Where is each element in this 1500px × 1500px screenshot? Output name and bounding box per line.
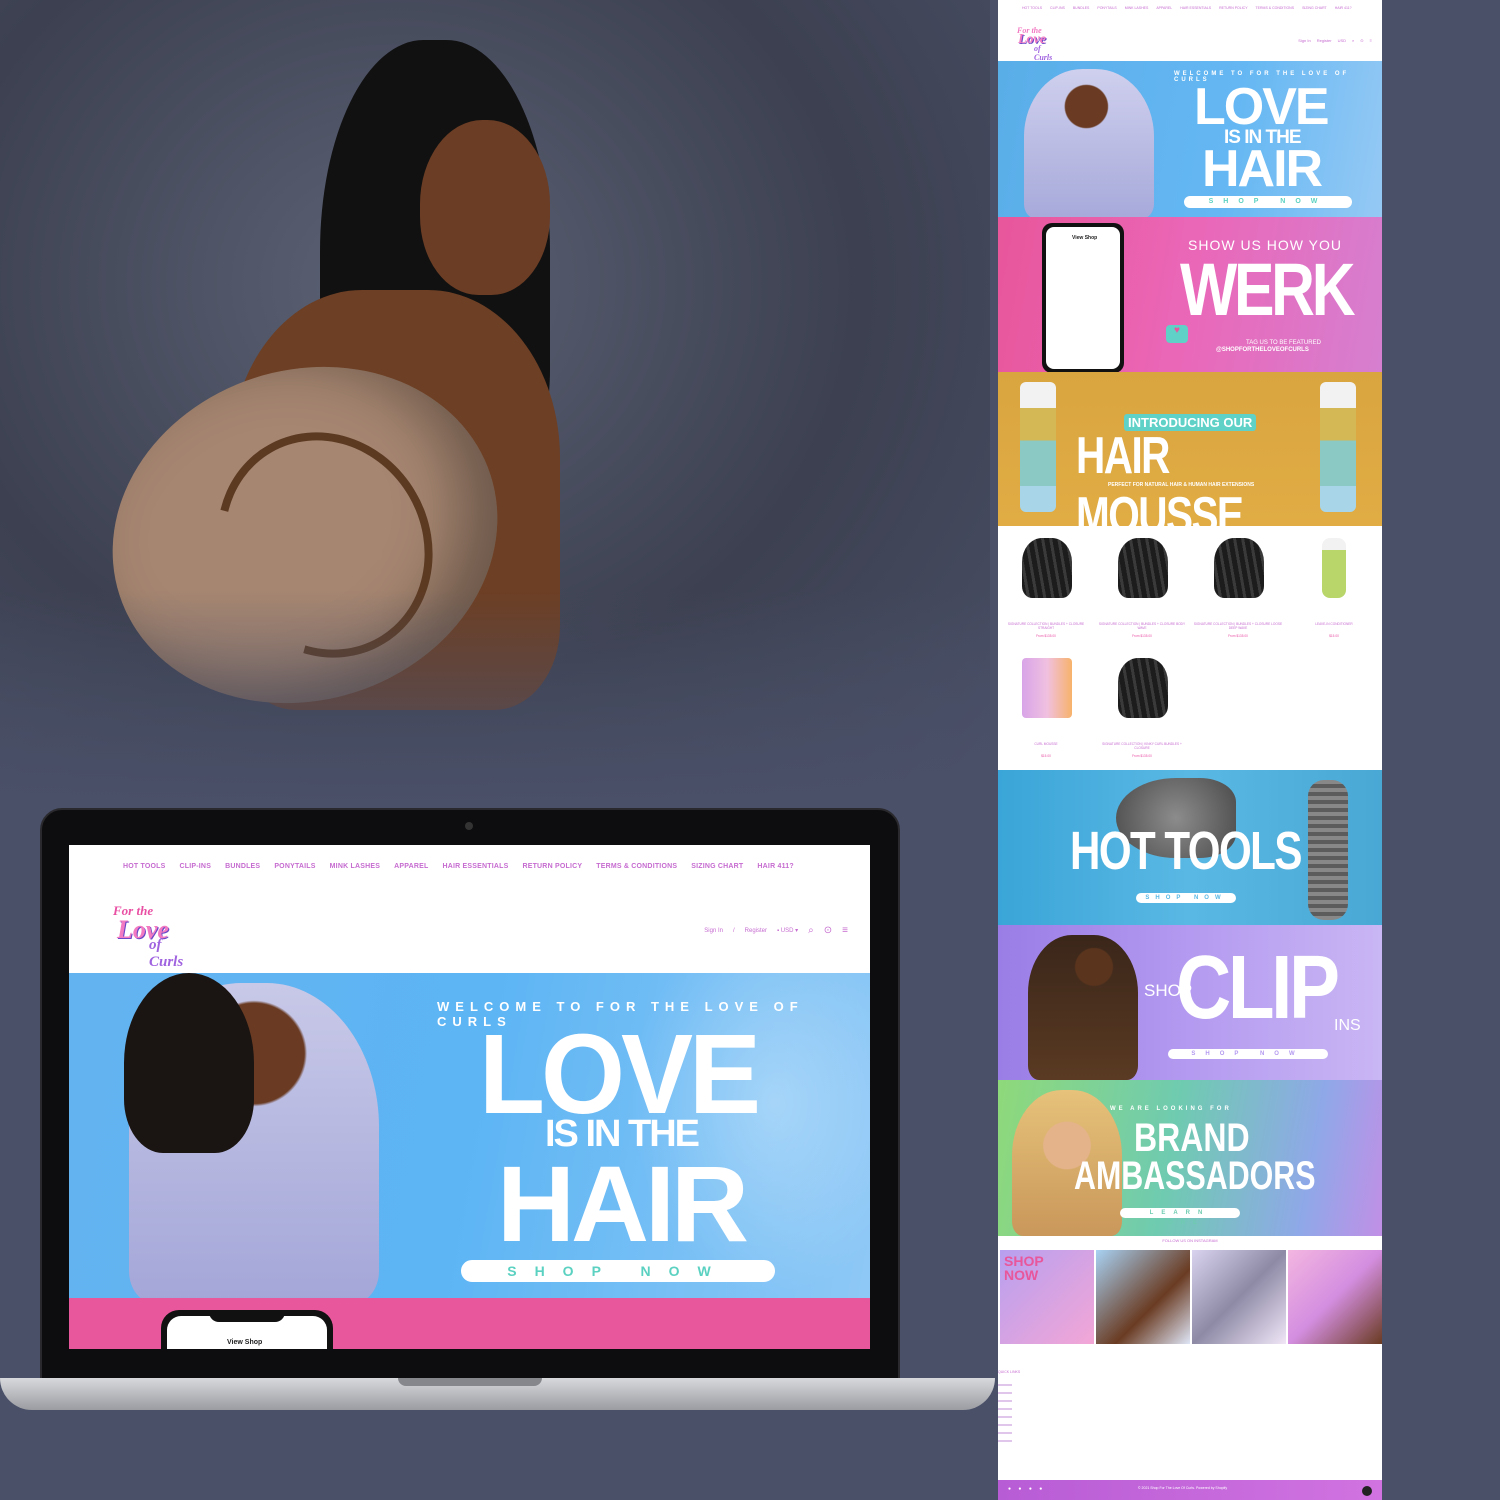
strip-nav: HOT TOOLS CLIP-INS BUNDLES PONYTAILS MIN…: [1022, 6, 1352, 10]
cart-icon[interactable]: ⊙: [824, 925, 832, 936]
instagram-tile[interactable]: [1288, 1250, 1382, 1344]
site-nav: HOT TOOLS CLIP-INS BUNDLES PONYTAILS MIN…: [69, 845, 870, 889]
nav-apparel[interactable]: APPAREL: [394, 863, 428, 889]
register-link[interactable]: Register: [745, 928, 767, 934]
product-card[interactable]: SIGNATURE COLLECTION | BUNDLES + CLOSURE…: [1094, 530, 1190, 650]
product-card[interactable]: CURL MOUSSE $15.00: [998, 650, 1094, 770]
mousse-bottle: [1320, 382, 1356, 512]
model-photo: [0, 0, 990, 810]
banner-hot-tools[interactable]: HOT TOOLS SHOP NOW: [998, 770, 1382, 925]
instagram-tile[interactable]: [1096, 1250, 1190, 1344]
instagram-heading: FOLLOW US ON INSTAGRAM: [1162, 1238, 1218, 1243]
chat-icon[interactable]: [1362, 1486, 1372, 1496]
search-icon[interactable]: ⌕: [808, 925, 814, 936]
strip-utilities: Sign In Register USD ⌕ ⊙ ≡: [1298, 38, 1372, 43]
footer-bar: ● ● ● ● © 2021 Shop For The Love Of Curl…: [998, 1480, 1382, 1500]
strip-logo[interactable]: For the Love of Curls: [1014, 26, 1058, 62]
sign-in-link[interactable]: Sign In: [704, 928, 723, 934]
menu-icon[interactable]: ≡: [842, 925, 848, 936]
nav-clip-ins[interactable]: CLIP-INS: [180, 863, 212, 889]
instagram-tile[interactable]: [1192, 1250, 1286, 1344]
hero-line-hair: HAIR: [497, 1143, 749, 1264]
payment-icons: ● ● ● ●: [1008, 1486, 1046, 1492]
heart-icon: ♥: [1166, 325, 1188, 343]
currency-select[interactable]: ▪ USD ▾: [777, 927, 798, 934]
instagram-tile[interactable]: SHOP NOW: [1000, 1250, 1094, 1344]
product-card[interactable]: SIGNATURE COLLECTION | KINKY CURL BUNDLE…: [1094, 650, 1190, 770]
nav-return-policy[interactable]: RETURN POLICY: [522, 863, 582, 889]
mousse-bottle: [1020, 382, 1056, 512]
product-grid: SIGNATURE COLLECTION | BUNDLES + CLOSURE…: [998, 526, 1382, 770]
phone-view-shop: View Shop: [227, 1339, 263, 1346]
search-icon[interactable]: ⌕: [1352, 38, 1354, 43]
banner-werk[interactable]: View Shop SHOW US HOW YOU WERK ♥ TAG US …: [998, 217, 1382, 372]
banner-brand-ambassadors[interactable]: WE ARE LOOKING FOR BRAND AMBASSADORS LEA…: [998, 1080, 1382, 1236]
footer-heading: QUICK LINKS: [998, 1370, 1021, 1374]
nav-terms[interactable]: TERMS & CONDITIONS: [596, 863, 677, 889]
product-card[interactable]: SIGNATURE COLLECTION | BUNDLES + CLOSURE…: [998, 530, 1094, 650]
copyright: © 2021 Shop For The Love Of Curls. Power…: [1138, 1486, 1228, 1490]
full-page-preview: HOT TOOLS CLIP-INS BUNDLES PONYTAILS MIN…: [998, 0, 1382, 1500]
shop-now-button[interactable]: SHOP NOW: [1136, 893, 1236, 903]
banner-hair-mousse[interactable]: INTRODUCING OUR HAIR MOUSSE PERFECT FOR …: [998, 372, 1382, 526]
product-card[interactable]: SIGNATURE COLLECTION | BUNDLES + CLOSURE…: [1190, 530, 1286, 650]
cart-icon[interactable]: ⊙: [1360, 38, 1363, 43]
footer: QUICK LINKS: [998, 1362, 1382, 1472]
nav-ponytails[interactable]: PONYTAILS: [274, 863, 315, 889]
banner-clip-ins[interactable]: SHOP CLIP INS SHOP NOW: [998, 925, 1382, 1080]
nav-mink-lashes[interactable]: MINK LASHES: [330, 863, 380, 889]
shop-now-button[interactable]: SHOP NOW: [1168, 1049, 1328, 1059]
laptop-camera: [465, 822, 473, 830]
nav-sizing-chart[interactable]: SIZING CHART: [691, 863, 743, 889]
site-logo[interactable]: For the Love of Curls: [103, 901, 193, 970]
product-card[interactable]: LEAVE-IN CONDITIONER $15.00: [1286, 530, 1382, 650]
nav-hot-tools[interactable]: HOT TOOLS: [123, 863, 166, 889]
learn-more-button[interactable]: LEARN MORE: [1120, 1208, 1240, 1226]
separator: /: [732, 927, 735, 934]
nav-hair-411[interactable]: HAIR 411?: [757, 863, 793, 889]
hair-brush: [1308, 780, 1348, 920]
banner-love-is-in-the-hair[interactable]: WELCOME TO FOR THE LOVE OF CURLS LOVE IS…: [998, 61, 1382, 217]
hero-banner[interactable]: WELCOME TO FOR THE LOVE OF CURLS LOVE IS…: [69, 973, 870, 1298]
header-utilities: Sign In / Register ▪ USD ▾ ⌕ ⊙ ≡: [704, 925, 848, 936]
menu-icon[interactable]: ≡: [1370, 38, 1372, 43]
nav-bundles[interactable]: BUNDLES: [225, 863, 260, 889]
hero-shop-now-button[interactable]: SHOP NOW: [461, 1260, 775, 1282]
shop-now-button[interactable]: SHOP NOW: [1184, 196, 1352, 208]
nav-hair-essentials[interactable]: HAIR ESSENTIALS: [442, 863, 508, 889]
laptop-screen: HOT TOOLS CLIP-INS BUNDLES PONYTAILS MIN…: [69, 845, 870, 1349]
